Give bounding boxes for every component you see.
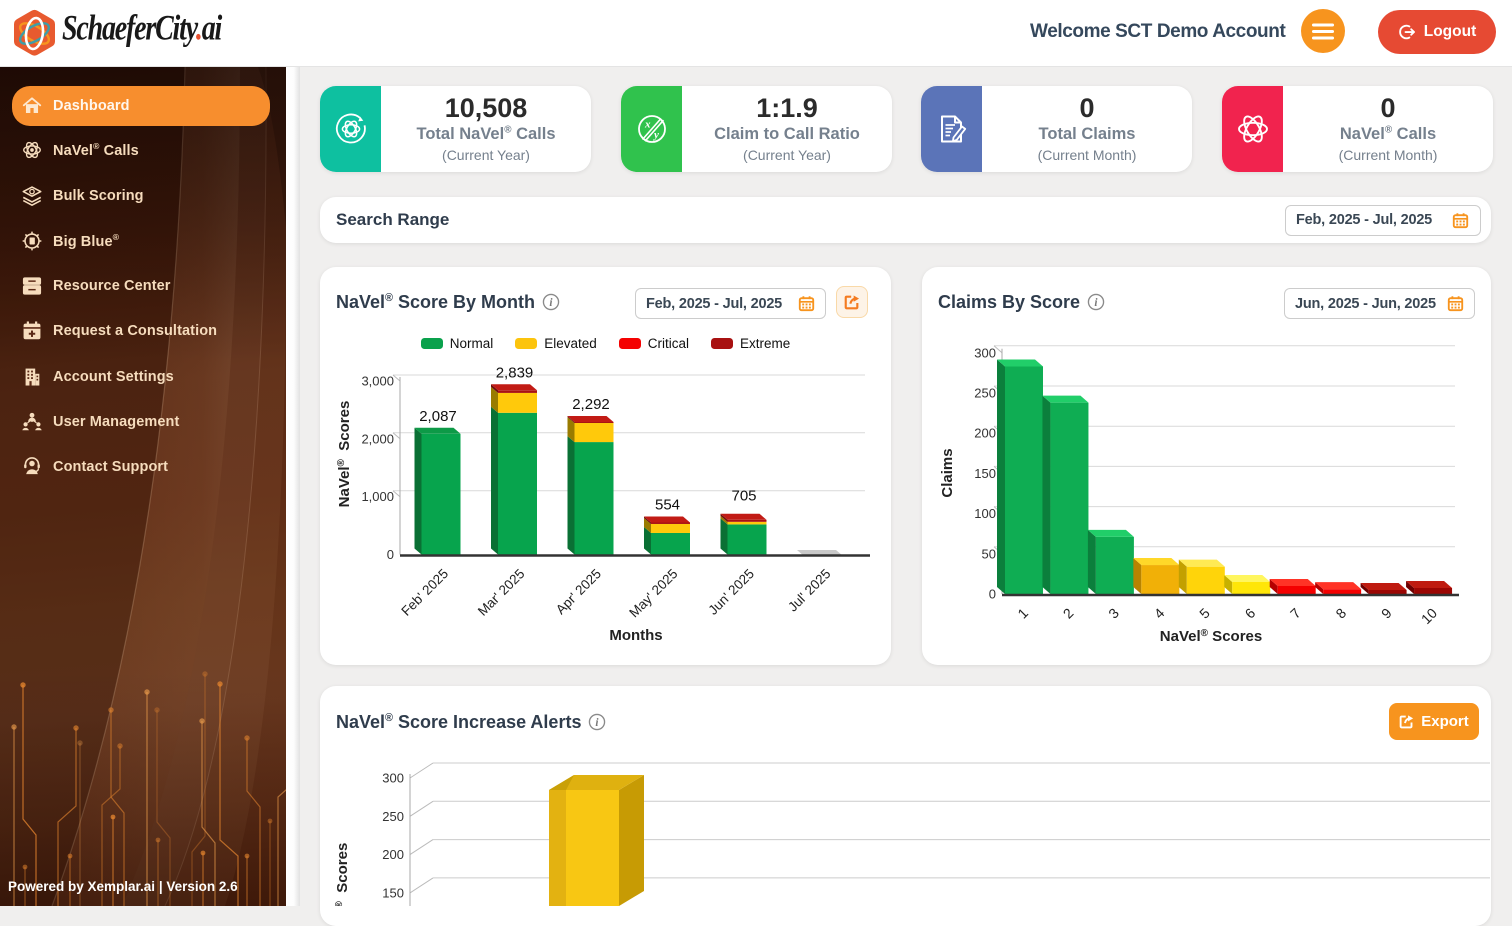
svg-text:50: 50 [982, 546, 996, 561]
svg-text:NaVel® Scores: NaVel® Scores [334, 843, 351, 906]
svg-text:3,000: 3,000 [361, 374, 394, 389]
svg-text:200: 200 [974, 426, 996, 441]
svg-text:300: 300 [382, 771, 404, 786]
svg-text:Jun' 2025: Jun' 2025 [705, 566, 757, 618]
svg-text:8: 8 [1332, 605, 1349, 622]
svg-text:300: 300 [974, 345, 996, 360]
svg-text:150: 150 [382, 885, 404, 900]
svg-text:x: x [644, 119, 651, 131]
svg-text:250: 250 [974, 386, 996, 401]
svg-text:5: 5 [1196, 605, 1213, 622]
svg-text:Jul' 2025: Jul' 2025 [785, 566, 834, 615]
svg-text:2,292: 2,292 [572, 396, 610, 413]
svg-text:2,000: 2,000 [361, 431, 394, 446]
svg-text:6: 6 [1242, 605, 1259, 622]
svg-text:100: 100 [974, 506, 996, 521]
svg-text:0: 0 [387, 547, 394, 562]
svg-text:1,000: 1,000 [361, 489, 394, 504]
svg-text:9: 9 [1378, 605, 1395, 622]
svg-text:7: 7 [1287, 605, 1304, 622]
svg-text:Mar' 2025: Mar' 2025 [475, 566, 528, 619]
svg-text:y: y [652, 129, 659, 141]
svg-text:Feb' 2025: Feb' 2025 [398, 566, 451, 619]
svg-text:NaVel® Scores: NaVel® Scores [336, 401, 353, 508]
svg-text:0: 0 [989, 587, 996, 602]
svg-text:200: 200 [382, 847, 404, 862]
svg-text:NaVel® Scores: NaVel® Scores [1160, 628, 1262, 645]
svg-text:705: 705 [731, 488, 756, 505]
svg-text:554: 554 [655, 497, 680, 514]
svg-text:250: 250 [382, 809, 404, 824]
svg-text:10: 10 [1418, 605, 1440, 627]
svg-text:May' 2025: May' 2025 [626, 566, 680, 620]
svg-text:Claims: Claims [939, 448, 956, 497]
svg-text:Apr' 2025: Apr' 2025 [553, 566, 604, 617]
svg-text:Months: Months [609, 627, 662, 644]
svg-text:2,839: 2,839 [496, 364, 534, 381]
svg-text:150: 150 [974, 466, 996, 481]
svg-text:2: 2 [1060, 605, 1077, 622]
svg-text:2,087: 2,087 [419, 408, 457, 425]
svg-text:1: 1 [1014, 605, 1031, 622]
svg-text:4: 4 [1151, 605, 1168, 622]
svg-text:3: 3 [1105, 605, 1122, 622]
